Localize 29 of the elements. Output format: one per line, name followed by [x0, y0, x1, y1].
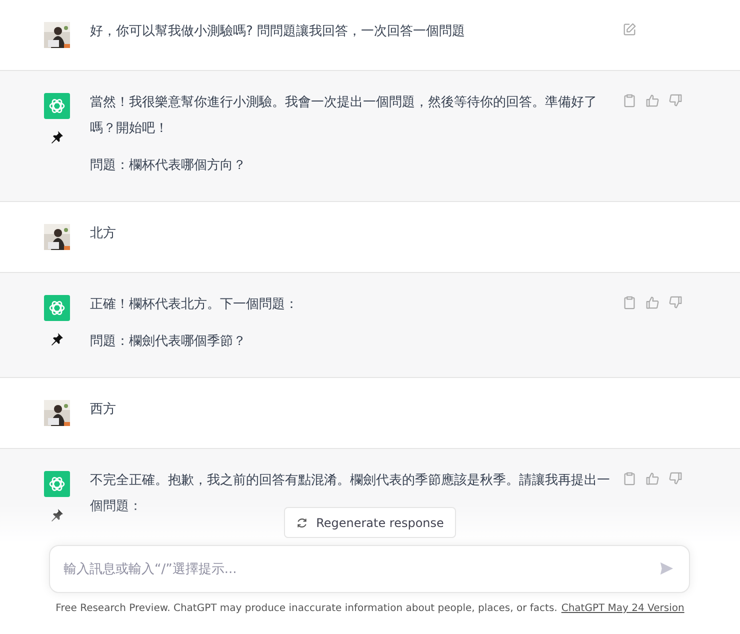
message-text: 正確！欄杯代表北方。下一個問題： — [90, 296, 299, 314]
assistant-logo-icon — [44, 93, 70, 119]
clipboard-icon[interactable] — [622, 93, 637, 108]
message-text: 北方 — [90, 225, 117, 243]
pin-icon[interactable] — [50, 130, 64, 144]
thumbs-down-icon[interactable] — [668, 93, 683, 108]
thumbs-down-icon[interactable] — [668, 295, 683, 310]
edit-icon[interactable] — [622, 22, 637, 37]
regenerate-button[interactable]: Regenerate response — [284, 507, 456, 538]
version-link[interactable]: ChatGPT May 24 Version — [561, 603, 684, 614]
pin-icon[interactable] — [50, 332, 64, 346]
message-text: 問題：欄杯代表哪個方向？ — [90, 157, 247, 175]
thumbs-up-icon[interactable] — [645, 93, 660, 108]
message-text: 當然！我很樂意幫你進行小測驗。我會一次提出一個問題，然後等待你的回答。準備好了嗎？開始吧！ — [90, 94, 598, 138]
message-text: 西方 — [90, 401, 117, 419]
clipboard-icon[interactable] — [622, 471, 637, 486]
pin-icon[interactable] — [50, 508, 64, 522]
assistant-logo-icon — [44, 295, 70, 321]
message-text: 問題：欄劍代表哪個季節？ — [90, 333, 247, 351]
disclaimer-text: Free Research Preview. ChatGPT may produce inaccurate information about people, places, or facts. — [56, 603, 558, 614]
message-input-field[interactable]: 輸入訊息或輸入“/”選擇提示... — [48, 545, 690, 593]
clipboard-icon[interactable] — [622, 295, 637, 310]
refresh-icon — [296, 516, 308, 528]
thumbs-up-icon[interactable] — [645, 471, 660, 486]
thumbs-down-icon[interactable] — [668, 471, 683, 486]
message-text: 好，你可以幫我做小測驗嗎? 問問題讓我回答，一次回答一個問題 — [90, 23, 466, 41]
thumbs-up-icon[interactable] — [645, 295, 660, 310]
send-icon[interactable] — [658, 561, 674, 576]
assistant-logo-icon — [44, 471, 70, 497]
